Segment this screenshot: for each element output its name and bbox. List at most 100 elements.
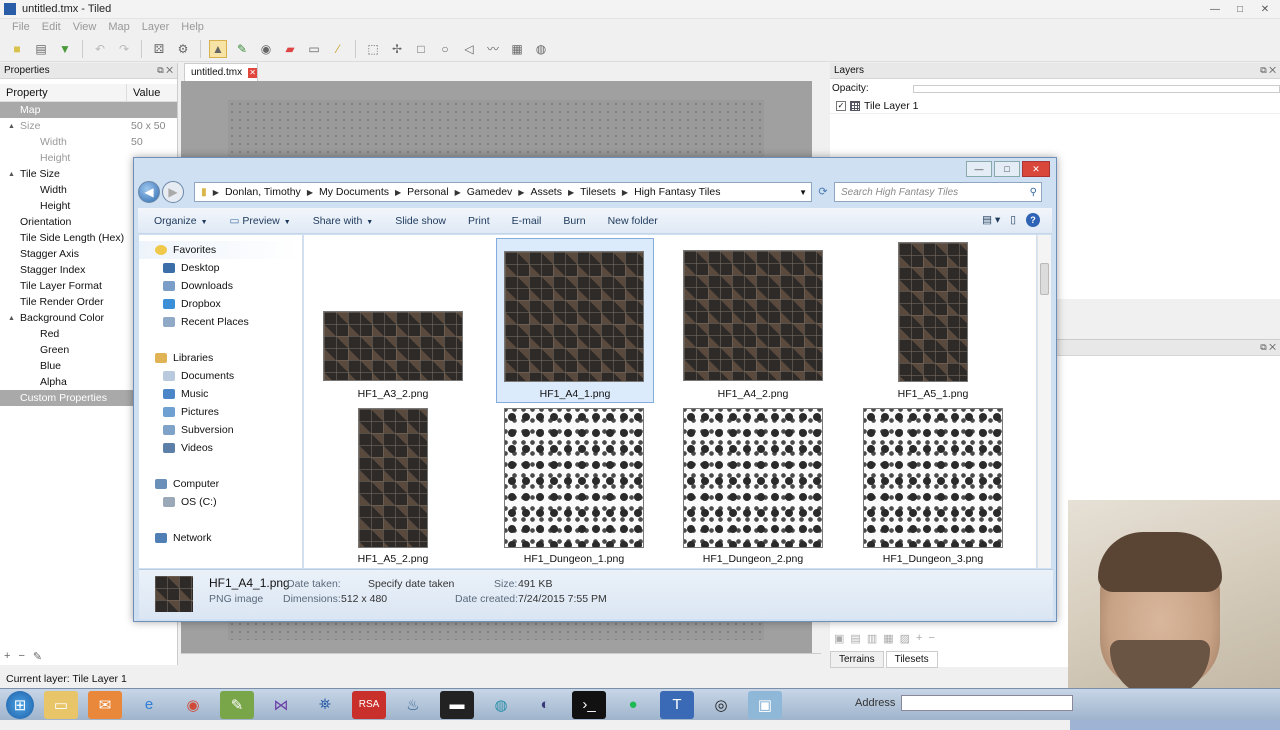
layer-visible-checkbox[interactable]: ✓ (836, 100, 846, 111)
address-input[interactable] (901, 695, 1074, 711)
property-value[interactable]: 50 x 50 (130, 120, 165, 132)
nav-videos[interactable]: Videos (139, 439, 302, 457)
stamp-brush-icon[interactable]: ▲ (209, 39, 227, 58)
dialog-close-button[interactable]: ✕ (1022, 161, 1050, 177)
dialog-maximize-button[interactable]: □ (994, 161, 1020, 177)
new-file-icon[interactable]: ■ (8, 40, 26, 58)
expand-icon[interactable]: ▲ (8, 171, 18, 178)
new-tileset-icon[interactable]: ▣ (834, 632, 844, 645)
tilesets-dock-controls[interactable]: ⧉ ✕ (1260, 342, 1276, 353)
burn-button[interactable]: Burn (563, 215, 585, 227)
nav-libraries[interactable]: Libraries (139, 349, 302, 367)
file-explorer-icon[interactable]: ▭ (44, 690, 78, 719)
remove-tiles-icon[interactable]: − (928, 632, 934, 645)
property-row[interactable]: Width 50 (0, 134, 177, 150)
remove-property-icon[interactable]: − (18, 650, 24, 663)
eraser-icon[interactable]: ▰ (281, 40, 299, 58)
close-tab-icon[interactable]: ✕ (248, 67, 257, 78)
nav-computer[interactable]: Computer (139, 475, 302, 493)
new-folder-button[interactable]: New folder (608, 215, 658, 227)
nav-documents[interactable]: Documents (139, 367, 302, 385)
screenshot-tool-icon[interactable]: ▣ (748, 690, 782, 719)
insert-ellipse-icon[interactable]: ○ (436, 40, 454, 58)
menu-file[interactable]: File (6, 19, 36, 36)
file-item[interactable]: HF1_Dungeon_1.png (496, 407, 651, 567)
close-button[interactable]: ✕ (1254, 2, 1276, 16)
eclipse-icon[interactable]: ◐ (528, 691, 562, 719)
network-tool-icon[interactable]: ⛯ (308, 691, 342, 719)
file-item-selected[interactable]: HF1_A4_1.png (496, 238, 654, 403)
nav-favorites[interactable]: Favorites (139, 241, 300, 259)
opacity-slider[interactable] (912, 84, 1280, 93)
column-property[interactable]: Property (0, 84, 127, 101)
magic-wand-icon[interactable]: ⁄ (329, 40, 347, 58)
rsa-token-icon[interactable]: RSA (352, 690, 386, 719)
nav-desktop[interactable]: Desktop (139, 259, 302, 277)
breadcrumb-item[interactable]: Personal (407, 186, 448, 198)
edit-polygons-icon[interactable]: ✢ (388, 40, 406, 58)
database-icon[interactable]: ♨ (396, 691, 430, 719)
menu-help[interactable]: Help (175, 19, 210, 36)
breadcrumb-item[interactable]: My Documents (319, 186, 389, 198)
date-taken-value[interactable]: Specify date taken (368, 578, 454, 590)
nav-pictures[interactable]: Pictures (139, 403, 302, 421)
expand-icon[interactable]: ▲ (8, 315, 18, 322)
nav-subversion[interactable]: Subversion (139, 421, 302, 439)
menu-edit[interactable]: Edit (36, 19, 67, 36)
text-object-icon[interactable]: ◍ (532, 40, 550, 58)
back-button[interactable]: ◀ (138, 181, 160, 203)
layer-row[interactable]: ✓ Tile Layer 1 (830, 98, 1280, 114)
layers-dock-controls[interactable]: ⧉ ✕ (1260, 65, 1276, 76)
dialog-minimize-button[interactable]: — (966, 161, 992, 177)
nav-dropbox[interactable]: Dropbox (139, 295, 302, 313)
tab-tilesets[interactable]: Tilesets (885, 650, 938, 668)
start-button-icon[interactable]: ⊞ (6, 690, 34, 719)
export-tileset-icon[interactable]: ▥ (867, 632, 877, 645)
open-file-icon[interactable]: ▤ (32, 40, 50, 58)
help-icon[interactable]: ? (1026, 213, 1040, 227)
nav-downloads[interactable]: Downloads (139, 277, 302, 295)
breadcrumb-item[interactable]: High Fantasy Tiles (634, 186, 720, 198)
internet-explorer-icon[interactable]: e (132, 691, 166, 719)
delete-tileset-icon[interactable]: ▨ (900, 632, 910, 645)
preview-pane-icon[interactable]: ▯ (1010, 214, 1016, 226)
file-item[interactable]: HF1_A5_1.png (856, 241, 1011, 401)
file-item[interactable]: HF1_A5_2.png (316, 407, 471, 567)
nav-os-drive[interactable]: OS (C:) (139, 493, 302, 511)
outlook-icon[interactable]: ✉ (88, 690, 122, 719)
preview-button[interactable]: ▭ Preview ▼ (230, 215, 291, 227)
file-list-scrollbar[interactable] (1037, 235, 1051, 568)
breadcrumb-item[interactable]: Assets (530, 186, 562, 198)
add-property-icon[interactable]: + (4, 650, 10, 663)
file-item[interactable]: HF1_Dungeon_3.png (856, 407, 1011, 567)
tiled-taskbar-icon[interactable]: T (660, 690, 694, 719)
image-editor-icon[interactable]: ✎ (220, 690, 254, 719)
file-item[interactable]: HF1_A4_2.png (676, 241, 831, 401)
browser-globe-icon[interactable]: ◍ (484, 691, 518, 719)
refresh-icon[interactable]: ⟳ (814, 182, 832, 202)
insert-tile-icon[interactable]: ▦ (508, 40, 526, 58)
tab-terrains[interactable]: Terrains (830, 650, 884, 668)
insert-polyline-icon[interactable]: 〰 (484, 40, 502, 58)
organize-button[interactable]: Organize ▼ (154, 215, 208, 227)
breadcrumb-item[interactable]: Tilesets (580, 186, 616, 198)
search-input[interactable]: Search High Fantasy Tiles ⚲ (834, 182, 1042, 202)
undo-icon[interactable]: ↶ (91, 40, 109, 58)
column-value[interactable]: Value (127, 84, 166, 101)
minimize-button[interactable]: — (1204, 2, 1226, 16)
random-mode-icon[interactable]: ⚄ (150, 40, 168, 58)
terminal-icon[interactable]: ▬ (440, 690, 474, 719)
tileset-properties-icon[interactable]: ▦ (883, 632, 893, 645)
scrollbar-thumb[interactable] (1040, 263, 1049, 295)
terrain-brush-icon[interactable]: ✎ (233, 40, 251, 58)
file-item[interactable]: HF1_A3_2.png (316, 241, 471, 401)
insert-polygon-icon[interactable]: ◁ (460, 40, 478, 58)
nav-music[interactable]: Music (139, 385, 302, 403)
property-row[interactable]: Map (0, 102, 177, 118)
breadcrumb[interactable]: ▮ ▶ Donlan, Timothy ▶ My Documents ▶ Person… (194, 182, 812, 202)
menu-map[interactable]: Map (102, 19, 135, 36)
file-item[interactable]: HF1_Dungeon_2.png (676, 407, 831, 567)
dock-controls[interactable]: ⧉ ✕ (157, 65, 173, 76)
canvas-horizontal-scrollbar[interactable] (181, 653, 821, 665)
obs-icon[interactable]: ◎ (704, 691, 738, 719)
